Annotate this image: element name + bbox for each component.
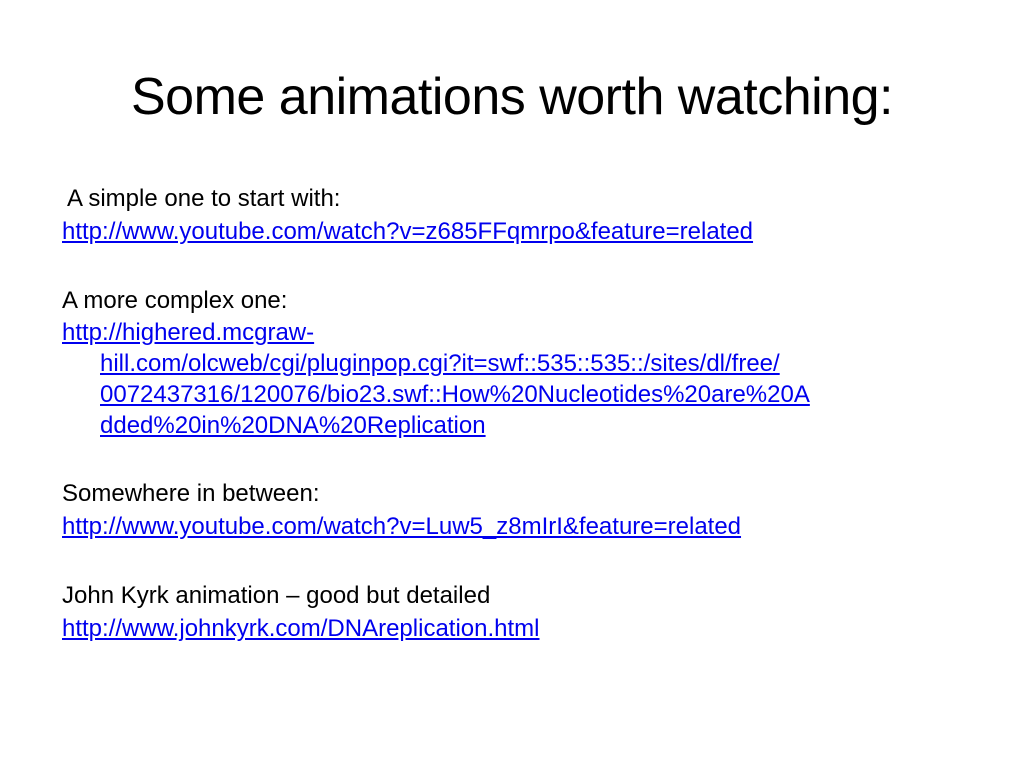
slide-content: A simple one to start with: http://www.y… (62, 182, 962, 645)
section-label-johnkyrk: John Kyrk animation – good but detailed (62, 582, 491, 609)
link-mcgraw-hill-line-2: hill.com/olcweb/cgi/pluginpop.cgi?it=swf… (100, 350, 780, 377)
link-mcgraw-hill[interactable]: http://highered.mcgraw- hill.com/olcweb/… (62, 317, 962, 441)
section-label-simple: A simple one to start with: (67, 185, 341, 212)
link-youtube-simple[interactable]: http://www.youtube.com/watch?v=z685FFqmr… (62, 215, 962, 248)
link-johnkyrk[interactable]: http://www.johnkyrk.com/DNAreplication.h… (62, 612, 962, 645)
link-mcgraw-hill-line-4: dded%20in%20DNA%20Replication (100, 412, 486, 439)
slide-title: Some animations worth watching: (131, 68, 894, 126)
link-mcgraw-hill-line-3: 0072437316/120076/bio23.swf::How%20Nucle… (100, 381, 810, 408)
section-label-complex: A more complex one: (62, 287, 288, 314)
slide: Some animations worth watching: A simple… (0, 0, 1024, 768)
link-mcgraw-hill-line-1: http://highered.mcgraw- (62, 319, 315, 346)
link-youtube-between[interactable]: http://www.youtube.com/watch?v=Luw5_z8mI… (62, 510, 962, 543)
section-label-between: Somewhere in between: (62, 480, 320, 507)
